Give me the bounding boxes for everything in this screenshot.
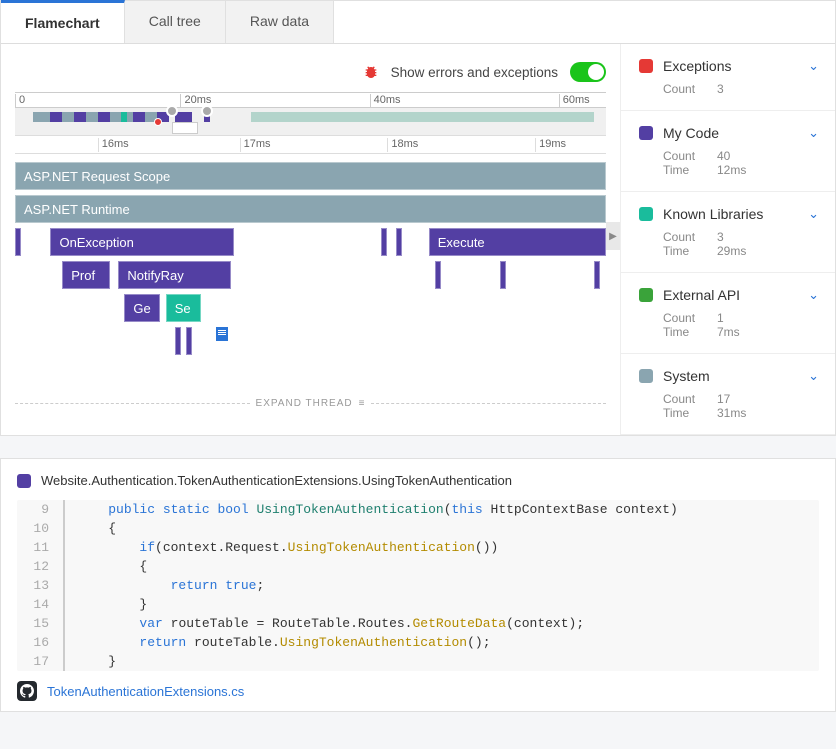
legend-swatch <box>639 207 653 221</box>
view-tabs: Flamechart Call tree Raw data <box>1 1 835 44</box>
exception-marker[interactable] <box>154 118 162 126</box>
legend-toggle[interactable]: External API ⌄ <box>639 287 819 303</box>
ruler-tick: 18ms <box>387 138 418 152</box>
legend-item: Known Libraries ⌄ Count3Time29ms <box>621 192 835 273</box>
bug-icon <box>363 64 379 80</box>
timeline-minimap[interactable] <box>15 108 606 136</box>
errors-toggle[interactable] <box>570 62 606 82</box>
legend-item: System ⌄ Count17Time31ms <box>621 354 835 435</box>
legend-toggle[interactable]: Exceptions ⌄ <box>639 58 819 74</box>
legend-swatch <box>639 288 653 302</box>
flame-bar[interactable]: Prof <box>62 261 109 289</box>
code-line: 17 } <box>17 652 819 671</box>
tab-rawdata[interactable]: Raw data <box>226 1 334 43</box>
minimap-segment <box>50 112 62 122</box>
github-icon[interactable] <box>17 681 37 701</box>
legend-stats: Count1Time7ms <box>663 311 819 339</box>
flame-bars: ASP.NET Request Scope ASP.NET Runtime On… <box>15 162 606 382</box>
code-line: 11 if(context.Request.UsingTokenAuthenti… <box>17 538 819 557</box>
chevron-down-icon: ⌄ <box>808 58 819 74</box>
flame-bar[interactable]: Execute <box>429 228 606 256</box>
method-title: Website.Authentication.TokenAuthenticati… <box>41 473 512 488</box>
legend-stats: Count3 <box>663 82 819 96</box>
minimap-segment <box>133 112 145 122</box>
code-line: 16 return routeTable.UsingTokenAuthentic… <box>17 633 819 652</box>
legend-title: My Code <box>663 125 719 141</box>
code-line: 12 { <box>17 557 819 576</box>
flamechart-area: Show errors and exceptions 020ms40ms60ms… <box>1 44 620 435</box>
errors-label: Show errors and exceptions <box>391 65 558 80</box>
legend-toggle[interactable]: My Code ⌄ <box>639 125 819 141</box>
flame-bar[interactable] <box>186 327 192 355</box>
flame-bar[interactable]: ASP.NET Request Scope <box>15 162 606 190</box>
legend-stats: Count3Time29ms <box>663 230 819 258</box>
expand-thread-button[interactable]: EXPAND THREAD ≡ <box>15 398 606 409</box>
legend-item: Exceptions ⌄ Count3 <box>621 44 835 111</box>
legend-title: Known Libraries <box>663 206 763 222</box>
chevron-down-icon: ⌄ <box>808 368 819 384</box>
ruler-tick: 19ms <box>535 138 566 152</box>
flame-bar[interactable]: Ge <box>124 294 159 322</box>
ruler-tick: 60ms <box>559 94 590 108</box>
legend-toggle[interactable]: System ⌄ <box>639 368 819 384</box>
ruler-tick: 40ms <box>370 94 401 108</box>
minimap-segment <box>121 112 127 122</box>
minimap-selection[interactable] <box>172 122 199 134</box>
legend-stats: Count40Time12ms <box>663 149 819 177</box>
tab-calltree[interactable]: Call tree <box>125 1 226 43</box>
chevron-down-icon: ⌄ <box>808 287 819 303</box>
flame-bar[interactable] <box>500 261 506 289</box>
flame-bar[interactable]: NotifyRay <box>118 261 230 289</box>
minimap-segment <box>74 112 86 122</box>
flame-bar[interactable] <box>594 261 600 289</box>
code-category-swatch <box>17 474 31 488</box>
code-line: 14 } <box>17 595 819 614</box>
minimap-segment <box>98 112 110 122</box>
legend-title: External API <box>663 287 740 303</box>
range-handle[interactable] <box>166 105 178 117</box>
legend-title: System <box>663 368 710 384</box>
code-line: 9 public static bool UsingTokenAuthentic… <box>17 500 819 519</box>
scroll-right-button[interactable]: ▶ <box>606 222 620 250</box>
ruler-tick: 17ms <box>240 138 271 152</box>
ruler-tick: 0 <box>15 94 25 108</box>
chevron-down-icon: ⌄ <box>808 206 819 222</box>
source-file-link[interactable]: TokenAuthenticationExtensions.cs <box>47 684 244 699</box>
overview-ruler: 020ms40ms60ms <box>15 92 606 108</box>
expand-icon: ≡ <box>359 398 366 409</box>
legend-swatch <box>639 369 653 383</box>
flame-bar[interactable] <box>396 228 402 256</box>
marker-icon[interactable] <box>216 327 228 341</box>
range-handle[interactable] <box>201 105 213 117</box>
profiler-panel: Flamechart Call tree Raw data Show error… <box>0 0 836 436</box>
source-panel: Website.Authentication.TokenAuthenticati… <box>0 458 836 712</box>
flame-bar[interactable]: Se <box>166 294 201 322</box>
code-block: 9 public static bool UsingTokenAuthentic… <box>17 500 819 671</box>
legend-stats: Count17Time31ms <box>663 392 819 420</box>
legend-swatch <box>639 59 653 73</box>
code-line: 10 { <box>17 519 819 538</box>
legend-item: My Code ⌄ Count40Time12ms <box>621 111 835 192</box>
flame-bar[interactable]: OnException <box>50 228 233 256</box>
flame-bar[interactable] <box>435 261 441 289</box>
flame-bar[interactable] <box>15 228 21 256</box>
ruler-tick: 16ms <box>98 138 129 152</box>
flame-bar[interactable]: ASP.NET Runtime <box>15 195 606 223</box>
legend-title: Exceptions <box>663 58 731 74</box>
code-line: 13 return true; <box>17 576 819 595</box>
tab-flamechart[interactable]: Flamechart <box>1 0 125 43</box>
chevron-down-icon: ⌄ <box>808 125 819 141</box>
legend-panel: Exceptions ⌄ Count3 My Code ⌄ Count40Tim… <box>620 44 835 435</box>
code-line: 15 var routeTable = RouteTable.Routes.Ge… <box>17 614 819 633</box>
flame-bar[interactable] <box>175 327 181 355</box>
legend-toggle[interactable]: Known Libraries ⌄ <box>639 206 819 222</box>
legend-item: External API ⌄ Count1Time7ms <box>621 273 835 354</box>
flame-bar[interactable] <box>381 228 387 256</box>
detail-ruler: 16ms 17ms 18ms 19ms <box>15 136 606 154</box>
minimap-segment <box>251 112 594 122</box>
legend-swatch <box>639 126 653 140</box>
